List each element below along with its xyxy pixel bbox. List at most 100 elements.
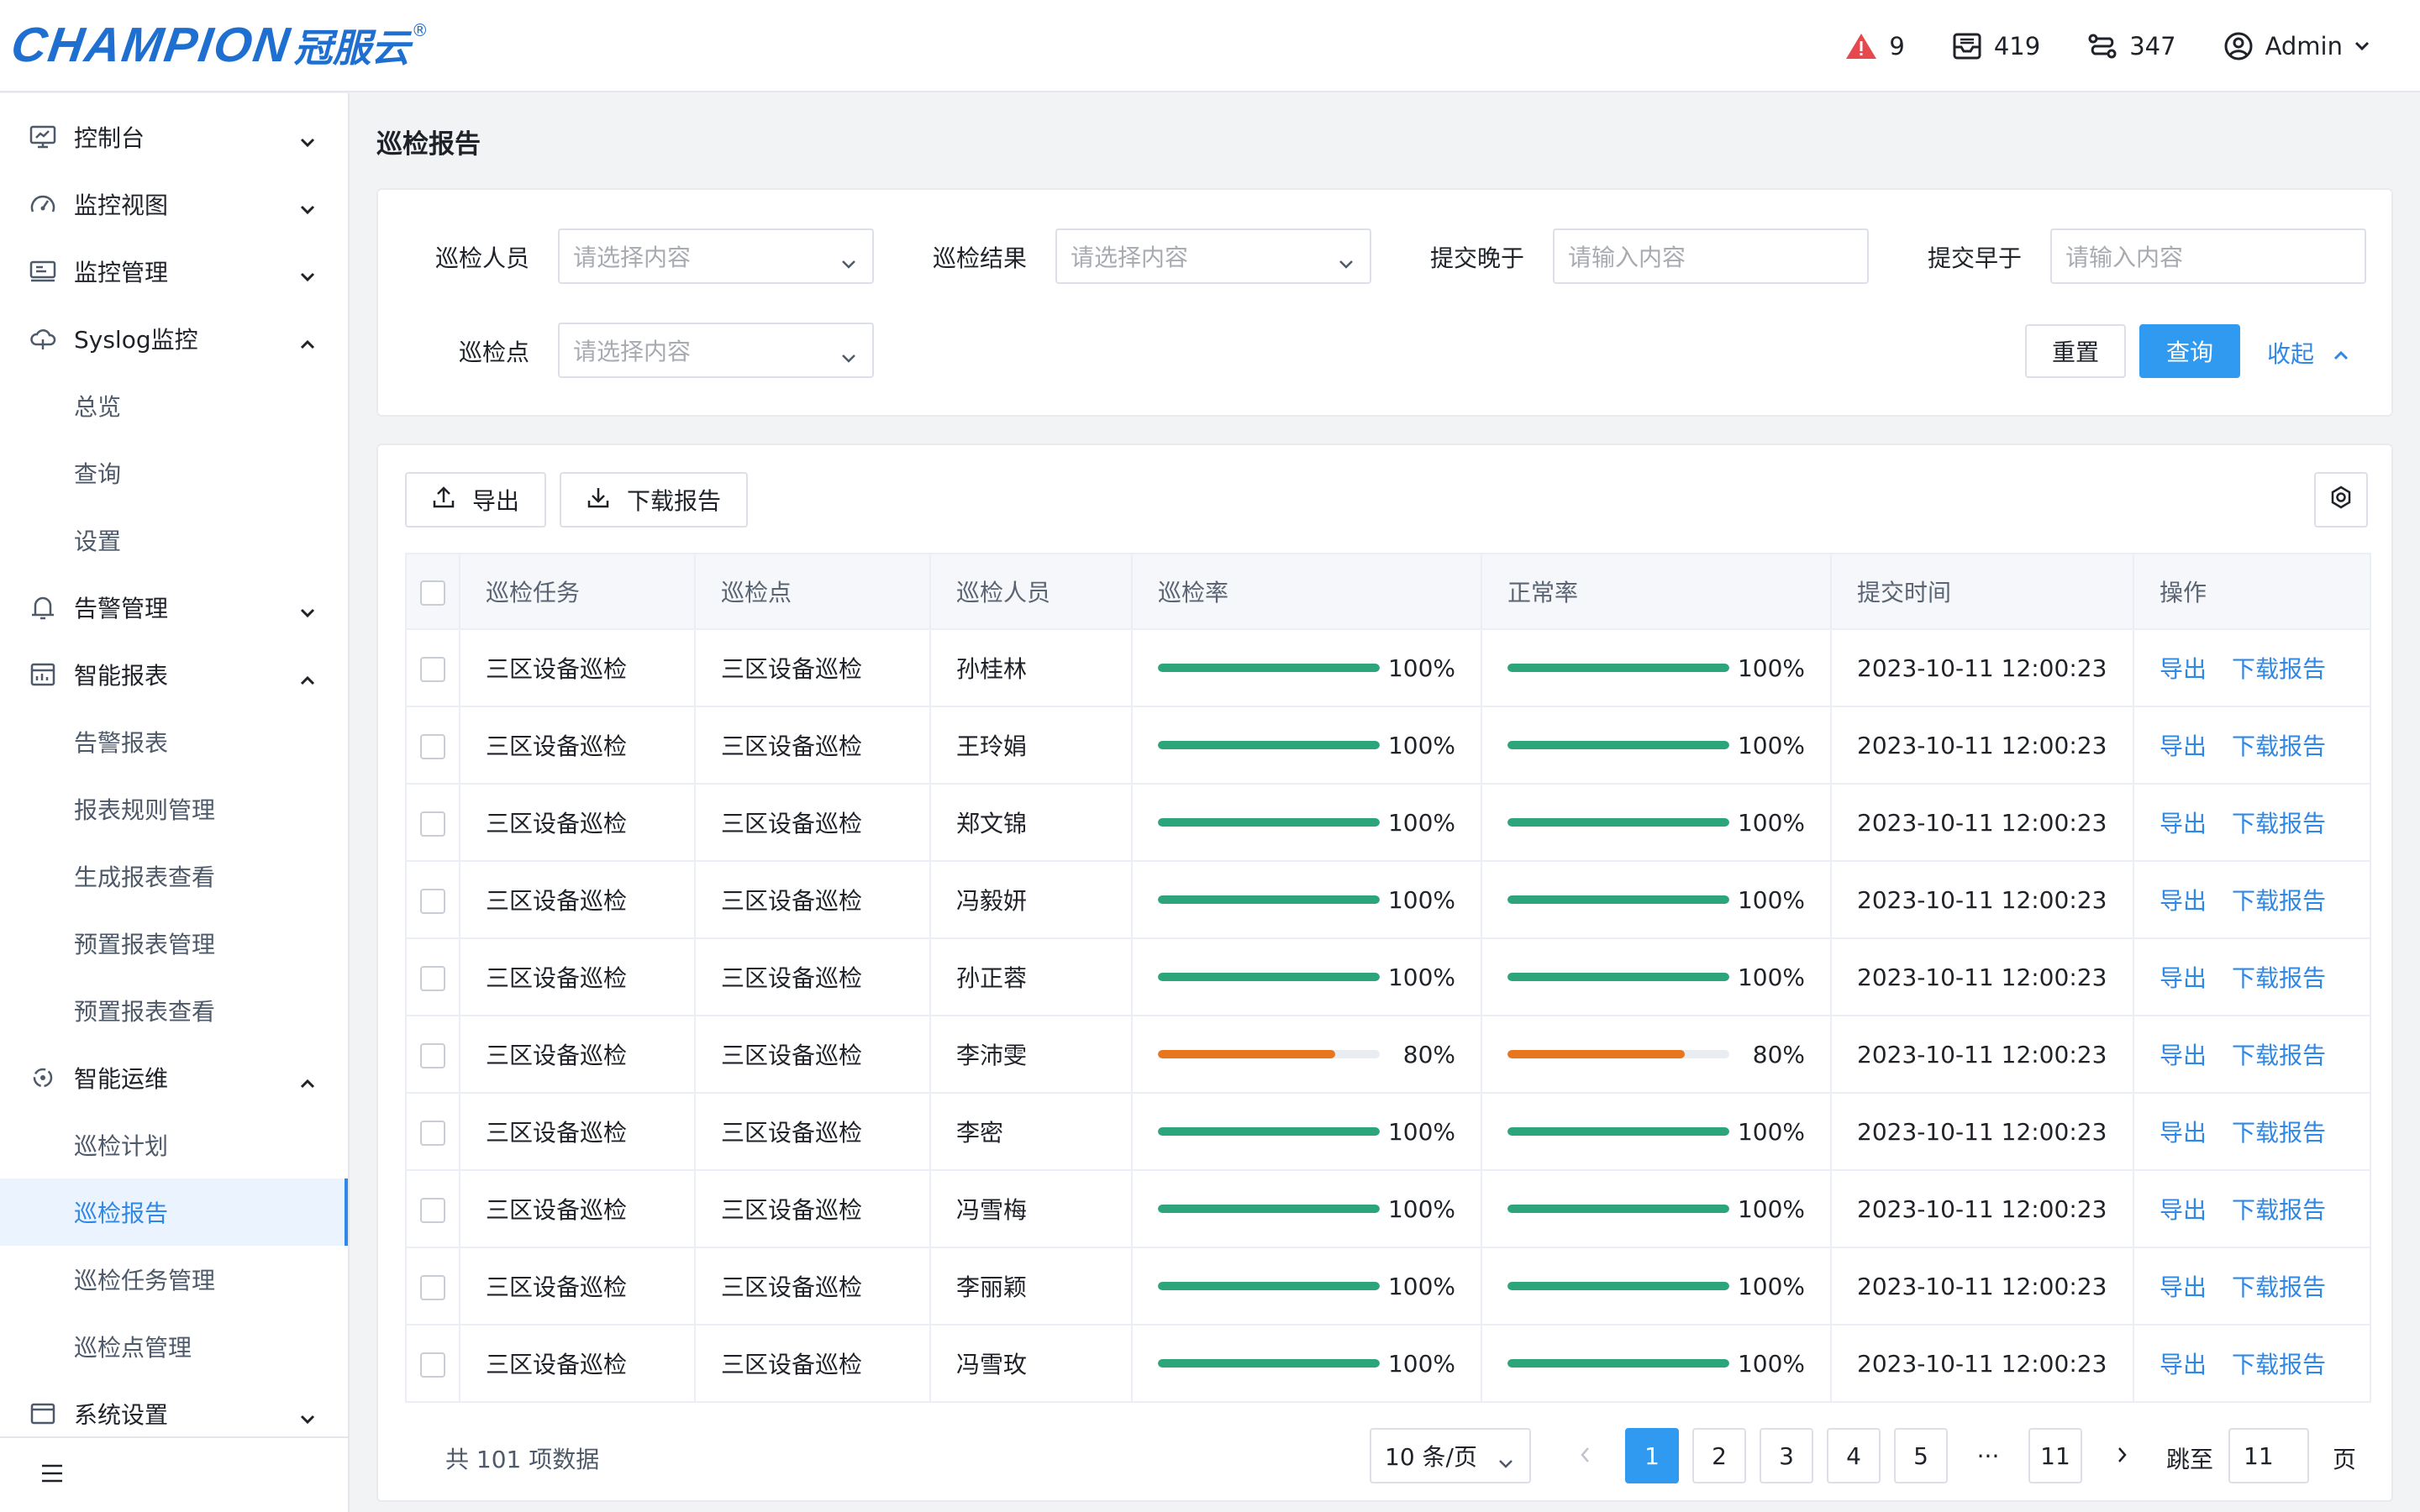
row-export-link[interactable]: 导出 [2160,1273,2207,1301]
row-export-link[interactable]: 导出 [2160,887,2207,915]
reset-button[interactable]: 重置 [2025,324,2126,378]
row-download-link[interactable]: 下载报告 [2232,1196,2326,1224]
row-download-link[interactable]: 下载报告 [2232,887,2326,915]
row-download-link[interactable]: 下载报告 [2232,1042,2326,1069]
prev-page-button[interactable] [1558,1428,1612,1483]
row-download-link[interactable]: 下载报告 [2232,655,2326,683]
col-header-inspect-rate[interactable]: 巡检率 [1131,553,1482,630]
row-export-link[interactable]: 导出 [2160,1119,2207,1147]
jump-page-input[interactable]: 11 [2228,1428,2309,1483]
device-indicator[interactable]: 419 [1952,32,2040,60]
sidebar-subitem-alarm-report[interactable]: 告警报表 [0,708,348,775]
alert-indicator[interactable]: 9 [1845,32,1905,60]
sidebar-subitem-inspect-point[interactable]: 巡检点管理 [0,1313,348,1380]
page-button-3[interactable]: 3 [1760,1428,1813,1483]
cell-person: 孙正蓉 [929,937,1133,1016]
sidebar-item-monitor-manage[interactable]: 监控管理 [0,238,348,305]
next-page-button[interactable] [2096,1428,2149,1483]
table-row[interactable]: 三区设备巡检 三区设备巡检 冯雪玫 100% 100% 2023-10-11 1… [405,1324,2371,1403]
table-row[interactable]: 三区设备巡检 三区设备巡检 冯雪梅 100% 100% 2023-10-11 1… [405,1169,2371,1248]
row-checkbox[interactable] [420,1274,445,1300]
row-download-link[interactable]: 下载报告 [2232,732,2326,760]
table-row[interactable]: 三区设备巡检 三区设备巡检 李密 100% 100% 2023-10-11 12… [405,1092,2371,1171]
row-export-link[interactable]: 导出 [2160,1196,2207,1224]
link-indicator[interactable]: 347 [2087,32,2176,60]
row-checkbox[interactable] [420,1352,445,1378]
row-download-link[interactable]: 下载报告 [2232,1119,2326,1147]
sidebar-item-smart-ops[interactable]: 智能运维 [0,1044,348,1111]
page-button-4[interactable]: 4 [1827,1428,1881,1483]
col-header-point[interactable]: 巡检点 [694,553,931,630]
table-row[interactable]: 三区设备巡检 三区设备巡检 李丽颖 100% 100% 2023-10-11 1… [405,1247,2371,1326]
row-export-link[interactable]: 导出 [2160,1351,2207,1378]
row-export-link[interactable]: 导出 [2160,810,2207,837]
row-checkbox[interactable] [420,965,445,991]
download-report-button[interactable]: 下载报告 [560,472,749,528]
user-menu[interactable]: Admin [2223,31,2370,61]
sidebar-subitem-inspect-report[interactable]: 巡检报告 [0,1179,348,1246]
sidebar-subitem-inspect-plan[interactable]: 巡检计划 [0,1111,348,1179]
sidebar-subitem-overview[interactable]: 总览 [0,372,348,439]
row-export-link[interactable]: 导出 [2160,732,2207,760]
result-select[interactable]: 请选择内容 [1055,228,1371,284]
menu-collapse-icon[interactable] [40,1463,64,1489]
page-size-select[interactable]: 10 条/页 [1370,1428,1531,1483]
row-checkbox[interactable] [420,733,445,759]
sidebar-item-alarm[interactable]: 告警管理 [0,574,348,641]
sidebar-subitem-report-rules[interactable]: 报表规则管理 [0,775,348,843]
col-header-person[interactable]: 巡检人员 [929,553,1133,630]
page-ellipsis[interactable]: ··· [1961,1428,2015,1483]
sidebar-subitem-preset-manage[interactable]: 预置报表管理 [0,910,348,977]
sidebar-subitem-preset-view[interactable]: 预置报表查看 [0,977,348,1044]
page-button-last[interactable]: 11 [2028,1428,2082,1483]
submit-after-input[interactable]: 请输入内容 [1553,228,1869,284]
row-checkbox[interactable] [420,1120,445,1146]
sidebar-item-console[interactable]: 控制台 [0,103,348,171]
page-button-5[interactable]: 5 [1894,1428,1948,1483]
sidebar-subitem-settings[interactable]: 设置 [0,507,348,574]
table-row[interactable]: 三区设备巡检 三区设备巡检 冯毅妍 100% 100% 2023-10-11 1… [405,860,2371,939]
row-download-link[interactable]: 下载报告 [2232,810,2326,837]
row-download-link[interactable]: 下载报告 [2232,964,2326,992]
inspector-select[interactable]: 请选择内容 [558,228,874,284]
row-checkbox[interactable] [420,656,445,682]
cell-point: 三区设备巡检 [694,1169,931,1248]
page-button-2[interactable]: 2 [1692,1428,1746,1483]
col-header-normal-rate[interactable]: 正常率 [1481,553,1832,630]
sidebar-item-monitor-view[interactable]: 监控视图 [0,171,348,238]
point-select[interactable]: 请选择内容 [558,323,874,378]
row-export-link[interactable]: 导出 [2160,1042,2207,1069]
submit-before-input[interactable]: 请输入内容 [2050,228,2366,284]
table-row[interactable]: 三区设备巡检 三区设备巡检 郑文锦 100% 100% 2023-10-11 1… [405,783,2371,862]
select-all-checkbox[interactable] [420,580,445,606]
table-settings-button[interactable] [2314,472,2368,528]
row-export-link[interactable]: 导出 [2160,964,2207,992]
sidebar-item-smart-report[interactable]: 智能报表 [0,641,348,708]
row-export-link[interactable]: 导出 [2160,655,2207,683]
table-row[interactable]: 三区设备巡检 三区设备巡检 王玲娟 100% 100% 2023-10-11 1… [405,706,2371,785]
brand-logo[interactable]: CHAMPION 冠服云 ® [8,17,428,72]
cell-submit-time: 2023-10-11 12:00:23 [1830,1092,2134,1171]
query-button[interactable]: 查询 [2139,324,2240,378]
col-header-submit-time[interactable]: 提交时间 [1830,553,2134,630]
table-row[interactable]: 三区设备巡检 三区设备巡检 孙桂林 100% 100% 2023-10-11 1… [405,628,2371,707]
row-checkbox[interactable] [420,1197,445,1223]
inspect_rate-value: 100% [1387,654,1455,682]
export-button[interactable]: 导出 [405,472,547,528]
sidebar-subitem-inspect-task[interactable]: 巡检任务管理 [0,1246,348,1313]
sidebar-subitem-query[interactable]: 查询 [0,439,348,507]
row-checkbox[interactable] [420,888,445,914]
sidebar-item-syslog[interactable]: Syslog监控 [0,305,348,372]
table-row[interactable]: 三区设备巡检 三区设备巡检 李沛雯 80% 80% 2023-10-11 12:… [405,1015,2371,1094]
collapse-filter-button[interactable]: 收起 [2267,336,2349,370]
row-checkbox[interactable] [420,811,445,837]
col-header-task[interactable]: 巡检任务 [459,553,696,630]
table-row[interactable]: 三区设备巡检 三区设备巡检 孙正蓉 100% 100% 2023-10-11 1… [405,937,2371,1016]
submit-before-label: 提交早于 [1927,244,2022,272]
row-download-link[interactable]: 下载报告 [2232,1351,2326,1378]
cell-task: 三区设备巡检 [459,1015,696,1094]
sidebar-subitem-generated-reports[interactable]: 生成报表查看 [0,843,348,910]
page-button-1[interactable]: 1 [1625,1428,1679,1483]
row-download-link[interactable]: 下载报告 [2232,1273,2326,1301]
row-checkbox[interactable] [420,1042,445,1068]
